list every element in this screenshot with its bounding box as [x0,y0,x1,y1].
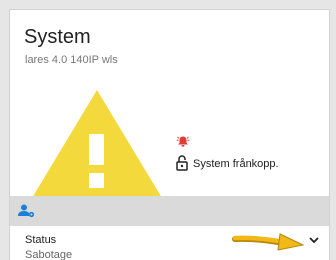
alarm-bell-icon [176,134,190,152]
card-title: System [24,26,91,48]
warning-triangle-icon [32,90,162,203]
system-card: System lares 4.0 140IP wls System frånko… [9,9,330,260]
annotation-arrow-icon [232,230,305,257]
user-settings-icon[interactable] [18,204,36,223]
status-value: Sabotage [25,249,73,260]
unlocked-padlock-icon [176,155,188,176]
chevron-down-icon [308,231,320,249]
status-label: Status [25,234,57,246]
card-subtitle: lares 4.0 140IP wls [25,54,118,66]
expand-status-button[interactable] [306,232,322,248]
system-status-message: System frånkopp. [193,158,279,170]
section-header-strip [10,196,329,226]
